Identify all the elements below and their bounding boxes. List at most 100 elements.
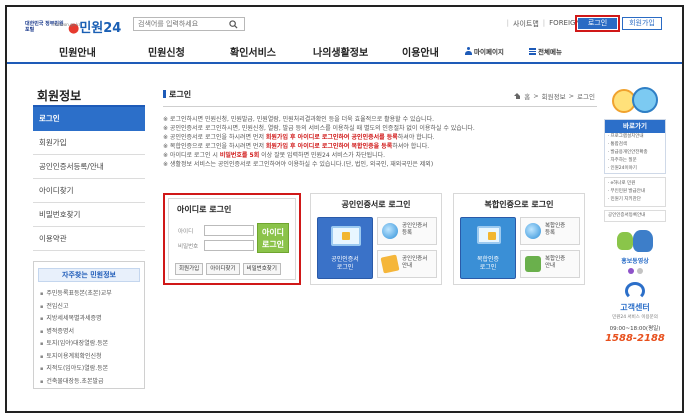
promo-image[interactable] — [615, 228, 655, 254]
main-nav: 민원안내 민원신청 확인서비스 나의생활정보 이용안내 마이페이지 전체메뉴 — [7, 37, 682, 64]
lnb-item-find-id[interactable]: 아이디찾기 — [33, 179, 145, 203]
password-label: 비밀번호 — [178, 244, 199, 250]
lnb-item-login[interactable]: 로그인 — [33, 107, 145, 131]
password-input[interactable] — [204, 240, 254, 251]
join-link[interactable]: 회원가입 — [175, 263, 204, 275]
cert-guide-button[interactable]: 공인인증서 안내 — [377, 250, 437, 278]
quick-links-title: 바로가기 — [605, 120, 665, 133]
frequent-item[interactable]: 지방세세목별과세증명 — [34, 313, 144, 326]
promo-pager — [604, 268, 666, 274]
frequent-item[interactable]: 지적도(임야도)열람.등본 — [34, 363, 144, 376]
notice-line: ※ 공인인증서로 로그인하시면, 민원신청, 열람, 발급 등의 서비스를 이용… — [163, 125, 475, 132]
cert-login-button[interactable]: 공인인증서 로그인 — [317, 217, 373, 279]
browser-frame: 대한민국 정부민원포털 ●민원24 minwon.go.kr | 사이트맵 | … — [5, 5, 684, 413]
lnb-item-cert[interactable]: 공인인증서등록/안내 — [33, 155, 145, 179]
multi-guide-label: 복합인증 안내 — [545, 256, 566, 269]
notice-line: ※ 로그인하시면 민원신청, 민원발급, 민원열람, 민원처리결과확인 등을 더… — [163, 116, 434, 123]
notice-list: ※ 로그인하시면 민원신청, 민원발급, 민원열람, 민원처리결과확인 등을 더… — [163, 115, 597, 169]
cert-login-panel: 공인인증서로 로그인 공인인증서 로그인 공인인증서 등록 공인인증서 안내 — [310, 193, 442, 285]
main-content: 로그인 홈 > 회원정보 > 로그인 ※ 로그인하시면 민원신청, 민원발급, … — [163, 83, 597, 285]
breadcrumb: 홈 > 회원정보 > 로그인 — [514, 91, 595, 101]
id-input[interactable] — [204, 225, 254, 236]
quick-link[interactable]: 통합검색 — [605, 141, 665, 149]
promo-video-link[interactable]: 홍보동영상 — [604, 256, 666, 265]
multi-login-button[interactable]: 복합인증 로그인 — [460, 217, 516, 279]
pager-dot[interactable] — [627, 268, 634, 274]
headset-icon — [625, 282, 645, 300]
cert-disc-icon — [382, 223, 398, 239]
puzzle-icon — [525, 256, 541, 272]
mascot-image — [610, 83, 660, 117]
service-link[interactable]: e하나로 민원 — [605, 180, 665, 188]
breadcrumb-current: 로그인 — [577, 93, 595, 101]
customer-center-sub: 민원24 서비스 이용문의 — [612, 315, 658, 320]
menu-list-icon — [529, 47, 536, 55]
login-button-label: 로그인 — [578, 18, 617, 29]
search-input[interactable] — [134, 18, 226, 30]
multi-register-button[interactable]: 복합인증 등록 — [520, 217, 580, 245]
nav-usage-guide[interactable]: 이용안내 — [402, 44, 439, 59]
logo-url: minwon.go.kr — [53, 22, 81, 27]
quick-link[interactable]: 인원24이야기 — [605, 165, 665, 173]
notice-line: ※ 공인인증서로 로그인을 하시려면 먼저 회원가입 후 아이디로 로그인하여 … — [163, 134, 435, 141]
cert-login-label: 공인인증서 로그인 — [331, 256, 359, 271]
cert-register-label: 공인인증서 등록 — [402, 223, 428, 236]
top-bar: 대한민국 정부민원포털 ●민원24 minwon.go.kr | 사이트맵 | … — [7, 7, 682, 37]
right-banner: 바로가기 프로그램설치안내 통합검색 발급용개인안전확충 자주하는 질문 인원2… — [604, 83, 666, 344]
envelope-icon — [380, 254, 400, 274]
customer-center-title: 고객센터 — [620, 303, 650, 312]
pager-dot[interactable] — [636, 268, 643, 274]
multi-guide-button[interactable]: 복합인증 안내 — [520, 250, 580, 278]
mypage-link[interactable]: 마이페이지 — [465, 46, 504, 56]
nav-civil-guide[interactable]: 민원안내 — [59, 44, 96, 59]
mypage-label: 마이페이지 — [474, 48, 504, 56]
nav-check-service[interactable]: 확인서비스 — [230, 44, 276, 59]
breadcrumb-home[interactable]: 홈 — [524, 91, 530, 101]
left-nav: 회원정보 로그인 회원가입 공인인증서등록/안내 아이디찾기 비밀번호찾기 이용… — [33, 83, 145, 389]
quick-links: 바로가기 프로그램설치안내 통합검색 발급용개인안전확충 자주하는 질문 인원2… — [604, 119, 666, 174]
frequent-item[interactable]: 전입신고 — [34, 301, 144, 314]
nav-civil-apply[interactable]: 민원신청 — [148, 44, 185, 59]
quick-link[interactable]: 프로그램설치안내 — [605, 133, 665, 141]
id-login-title: 아이디로 로그인 — [177, 205, 232, 214]
find-id-link[interactable]: 아이디찾기 — [206, 263, 240, 275]
frequent-item[interactable]: 병적증명서 — [34, 326, 144, 339]
allmenu-link[interactable]: 전체메뉴 — [529, 46, 562, 56]
lnb-title: 회원정보 — [33, 83, 145, 107]
join-button[interactable]: 회원가입 — [622, 17, 662, 30]
lnb-item-terms[interactable]: 이용약관 — [33, 227, 145, 251]
id-login-panel: 아이디로 로그인 아이디 비밀번호 아이디 로그인 회원가입 아이디찾기 비밀번… — [163, 193, 301, 285]
frequent-panel: 자주찾는 민원정보 주민등록표등본(초본)교부 전입신고 지방세세목별과세증명 … — [33, 261, 145, 389]
sitemap-link[interactable]: 사이트맵 — [513, 19, 539, 29]
id-login-submit[interactable]: 아이디 로그인 — [257, 223, 289, 253]
quick-link[interactable]: 발급용개인안전확충 — [605, 149, 665, 157]
cert-guide-link[interactable]: 공인인증서등록안내 — [604, 210, 666, 222]
find-password-link[interactable]: 비밀번호찾기 — [242, 263, 281, 275]
frequent-item[interactable]: 건축물대장등.초본발급 — [34, 376, 144, 389]
allmenu-label: 전체메뉴 — [538, 48, 562, 56]
multi-disc-icon — [525, 223, 541, 239]
person-icon — [465, 47, 472, 55]
search-icon[interactable] — [226, 19, 240, 29]
login-button[interactable]: 로그인 — [575, 15, 620, 32]
frequent-item[interactable]: 주민등록표등본(초본)교부 — [34, 288, 144, 301]
monitor-icon — [477, 226, 501, 244]
lnb-item-find-pw[interactable]: 비밀번호찾기 — [33, 203, 145, 227]
breadcrumb-member[interactable]: 회원정보 — [542, 91, 566, 101]
nav-life-info[interactable]: 나의생활정보 — [313, 44, 368, 59]
lnb-item-join[interactable]: 회원가입 — [33, 131, 145, 155]
search-box — [133, 17, 245, 31]
quick-link[interactable]: 자주하는 질문 — [605, 157, 665, 165]
service-link[interactable]: 무인민원 발급안내 — [605, 188, 665, 196]
frequent-item[interactable]: 토지이용계획확인신청 — [34, 351, 144, 364]
notice-line: ※ 복합인증으로 로그인을 하시려면 먼저 회원가입 후 아이디로 로그인하여 … — [163, 143, 430, 150]
frequent-title: 자주찾는 민원정보 — [38, 268, 140, 282]
page-title: 로그인 — [163, 89, 191, 100]
customer-center-hours: 09:00~18:00(평일) — [609, 326, 661, 332]
cert-register-button[interactable]: 공인인증서 등록 — [377, 217, 437, 245]
cert-guide-label: 공인인증서 안내 — [402, 256, 428, 269]
notice-line: ※ 생활정보 서비스는 공인인증서로 로그인하여야 이용하실 수 있습니다.(단… — [163, 161, 434, 168]
service-link[interactable]: 민원기 지키찬단 — [605, 196, 665, 204]
frequent-item[interactable]: 토지(임야)대장열람.등본 — [34, 338, 144, 351]
page-header: 로그인 홈 > 회원정보 > 로그인 — [163, 83, 597, 107]
